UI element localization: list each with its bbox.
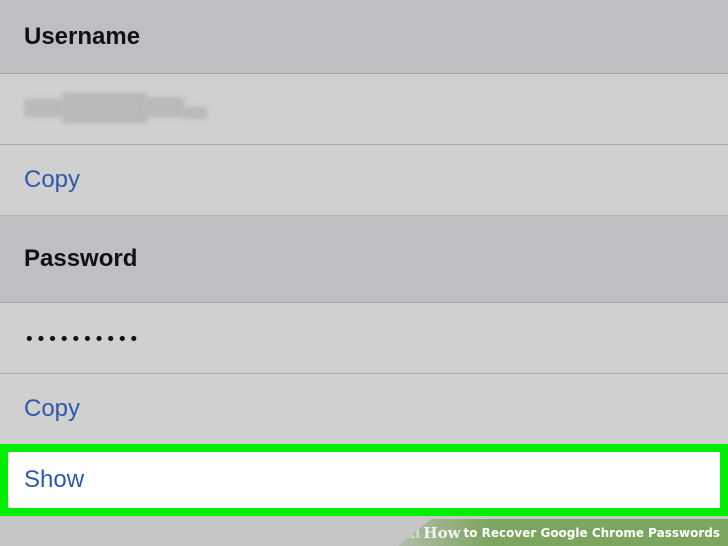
show-password-row[interactable]: Show	[0, 444, 728, 516]
password-section-header: Password	[0, 216, 728, 303]
username-copy-row[interactable]: Copy	[0, 145, 728, 216]
masked-password: ••••••••••	[24, 328, 141, 350]
show-password-button[interactable]: Show	[24, 466, 84, 494]
password-copy-button[interactable]: Copy	[24, 395, 80, 423]
password-copy-row[interactable]: Copy	[0, 374, 728, 444]
username-section-header: Username	[0, 0, 728, 74]
watermark-wiki-text: wiki	[385, 523, 421, 542]
footer-strip: wiki How to Recover Google Chrome Passwo…	[0, 516, 728, 546]
username-copy-button[interactable]: Copy	[24, 166, 80, 194]
username-header-label: Username	[24, 22, 141, 50]
watermark-title: to Recover Google Chrome Passwords	[463, 525, 720, 540]
password-header-label: Password	[24, 245, 138, 272]
credential-details-screen: Username Copy Password •••••••••• Copy S…	[0, 0, 728, 546]
wikihow-watermark: wiki How to Recover Google Chrome Passwo…	[398, 519, 728, 546]
watermark-how-text: How	[423, 523, 461, 542]
username-value-row	[0, 74, 728, 145]
password-value-row: ••••••••••	[0, 303, 728, 374]
redacted-username	[24, 89, 224, 129]
